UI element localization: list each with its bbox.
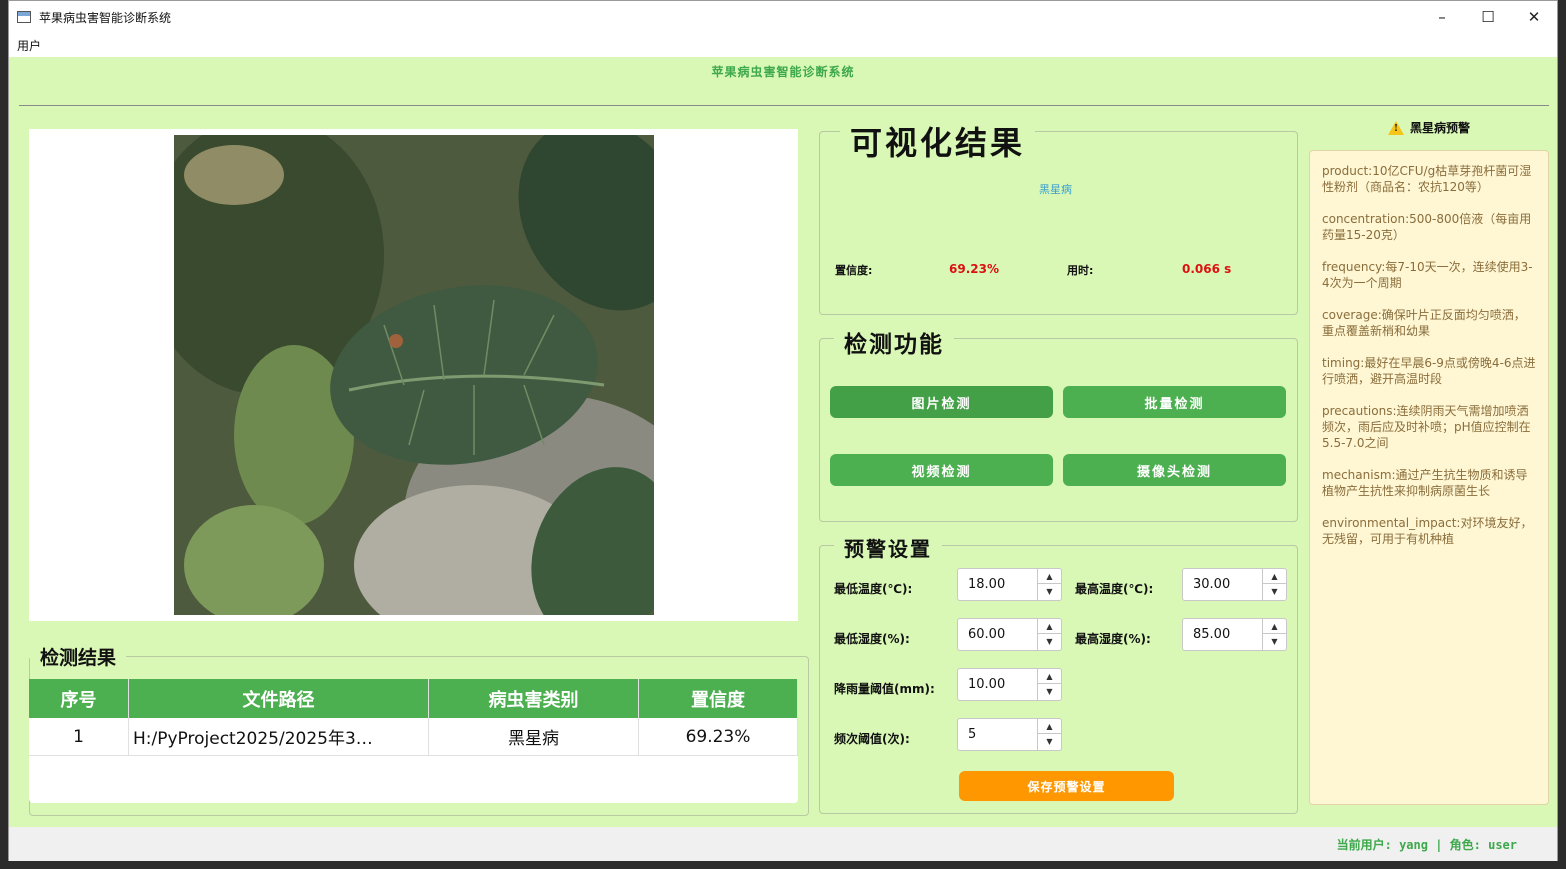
header-divider <box>19 105 1549 106</box>
status-bar: 当前用户: yang | 角色: user <box>9 827 1557 861</box>
spin-down-icon[interactable]: ▼ <box>1038 634 1061 649</box>
cell-category: 黑星病 <box>429 718 639 755</box>
advice-item: frequency:每7-10天一次，连续使用3-4次为一个周期 <box>1322 260 1533 290</box>
max-temp-spinbox[interactable]: 30.00 ▲ ▼ <box>1182 568 1287 601</box>
rainfall-threshold-label: 降雨量阈值(mm): <box>834 682 935 696</box>
table-header: 序号 文件路径 病虫害类别 置信度 <box>29 679 798 718</box>
visual-group-title: 可视化结果 <box>840 118 1036 164</box>
advice-item: timing:最好在早晨6-9点或傍晚4-6点进行喷洒，避开高温时段 <box>1322 356 1536 386</box>
title-bar: 苹果病虫害智能诊断系统 – ☐ ✕ <box>9 1 1557 33</box>
detected-class-name: 黑星病 <box>1039 183 1072 196</box>
save-warning-settings-button[interactable]: 保存预警设置 <box>959 771 1174 801</box>
frequency-threshold-label: 频次阈值(次): <box>834 732 910 746</box>
app-window: 苹果病虫害智能诊断系统 – ☐ ✕ 用户 苹果病虫害智能诊断系统 检测结果 序号… <box>8 0 1558 861</box>
rainfall-threshold-value: 10.00 <box>968 677 1006 692</box>
max-temp-value: 30.00 <box>1193 577 1231 592</box>
warning-icon: ! <box>1387 120 1404 135</box>
spin-up-icon[interactable]: ▲ <box>1263 569 1286 584</box>
results-table: 序号 文件路径 病虫害类别 置信度 1 H:/PyProject2025/202… <box>29 679 798 803</box>
menu-bar: 用户 <box>9 33 1557 57</box>
minimize-button[interactable]: – <box>1419 1 1465 33</box>
min-temp-label: 最低温度(℃): <box>834 582 913 596</box>
window-title: 苹果病虫害智能诊断系统 <box>39 10 172 25</box>
status-user-info: 当前用户: yang | 角色: user <box>1336 838 1517 852</box>
detect-function-group: 检测功能 <box>819 325 1298 522</box>
warning-title: ! 黑星病预警 <box>1309 119 1549 136</box>
app-header-title: 苹果病虫害智能诊断系统 <box>711 65 855 79</box>
min-humidity-label: 最低湿度(%): <box>834 632 910 646</box>
image-display-panel <box>29 129 798 621</box>
frequency-threshold-value: 5 <box>968 727 977 742</box>
column-header-index[interactable]: 序号 <box>29 679 129 718</box>
spin-up-icon[interactable]: ▲ <box>1263 619 1286 634</box>
max-humidity-label: 最高湿度(%): <box>1075 632 1151 646</box>
image-detect-button[interactable]: 图片检测 <box>830 386 1053 418</box>
spin-down-icon[interactable]: ▼ <box>1263 634 1286 649</box>
cell-path: H:/PyProject2025/2025年3… <box>129 718 429 755</box>
max-temp-label: 最高温度(℃): <box>1075 582 1154 596</box>
close-button[interactable]: ✕ <box>1511 1 1557 33</box>
cell-index: 1 <box>29 718 129 755</box>
spin-up-icon[interactable]: ▲ <box>1038 619 1061 634</box>
rainfall-threshold-spinbox[interactable]: 10.00 ▲ ▼ <box>957 668 1062 701</box>
spin-up-icon[interactable]: ▲ <box>1038 719 1061 734</box>
menu-user[interactable]: 用户 <box>17 37 41 54</box>
settings-group-title: 预警设置 <box>834 533 942 562</box>
warning-title-text: 黑星病预警 <box>1409 121 1470 135</box>
min-humidity-spinbox[interactable]: 60.00 ▲ ▼ <box>957 618 1062 651</box>
advice-item: precautions:连续阴雨天气需增加喷洒频次，雨后应及时补喷；pH值应控制… <box>1322 404 1531 450</box>
spin-up-icon[interactable]: ▲ <box>1038 569 1061 584</box>
visual-result-group: 可视化结果 <box>819 118 1298 315</box>
advice-item: coverage:确保叶片正反面均匀喷洒，重点覆盖新梢和幼果 <box>1322 308 1526 338</box>
advice-item: mechanism:通过产生抗生物质和诱导植物产生抗性来抑制病原菌生长 <box>1322 468 1528 498</box>
column-header-confidence[interactable]: 置信度 <box>639 679 798 718</box>
min-humidity-value: 60.00 <box>968 627 1006 642</box>
detect-group-title: 检测功能 <box>834 325 954 359</box>
min-temp-value: 18.00 <box>968 577 1006 592</box>
min-temp-spinbox[interactable]: 18.00 ▲ ▼ <box>957 568 1062 601</box>
spin-down-icon[interactable]: ▼ <box>1038 584 1061 599</box>
max-humidity-spinbox[interactable]: 85.00 ▲ ▼ <box>1182 618 1287 651</box>
confidence-label: 置信度: <box>835 264 873 277</box>
max-humidity-value: 85.00 <box>1193 627 1231 642</box>
confidence-value: 69.23% <box>949 262 999 276</box>
app-icon <box>17 11 31 23</box>
batch-detect-button[interactable]: 批量检测 <box>1063 386 1286 418</box>
time-label: 用时: <box>1067 264 1094 277</box>
spin-down-icon[interactable]: ▼ <box>1038 684 1061 699</box>
advice-item: product:10亿CFU/g枯草芽孢杆菌可湿性粉剂（商品名：农抗120等） <box>1322 164 1532 194</box>
advice-item: environmental_impact:对环境友好，无残留，可用于有机种植 <box>1322 516 1533 546</box>
results-group-title: 检测结果 <box>30 643 127 670</box>
treatment-advice-panel[interactable]: product:10亿CFU/g枯草芽孢杆菌可湿性粉剂（商品名：农抗120等） … <box>1309 150 1549 805</box>
detected-leaf-image <box>174 135 654 615</box>
spin-down-icon[interactable]: ▼ <box>1038 734 1061 749</box>
table-row[interactable]: 1 H:/PyProject2025/2025年3… 黑星病 69.23% <box>29 718 798 756</box>
column-header-category[interactable]: 病虫害类别 <box>429 679 639 718</box>
spin-up-icon[interactable]: ▲ <box>1038 669 1061 684</box>
camera-detect-button[interactable]: 摄像头检测 <box>1063 454 1286 486</box>
maximize-button[interactable]: ☐ <box>1465 1 1511 33</box>
column-header-path[interactable]: 文件路径 <box>129 679 429 718</box>
spin-down-icon[interactable]: ▼ <box>1263 584 1286 599</box>
cell-confidence: 69.23% <box>639 718 798 755</box>
advice-item: concentration:500-800倍液（每亩用药量15-20克） <box>1322 212 1532 242</box>
time-value: 0.066 s <box>1182 262 1232 276</box>
frequency-threshold-spinbox[interactable]: 5 ▲ ▼ <box>957 718 1062 751</box>
video-detect-button[interactable]: 视频检测 <box>830 454 1053 486</box>
